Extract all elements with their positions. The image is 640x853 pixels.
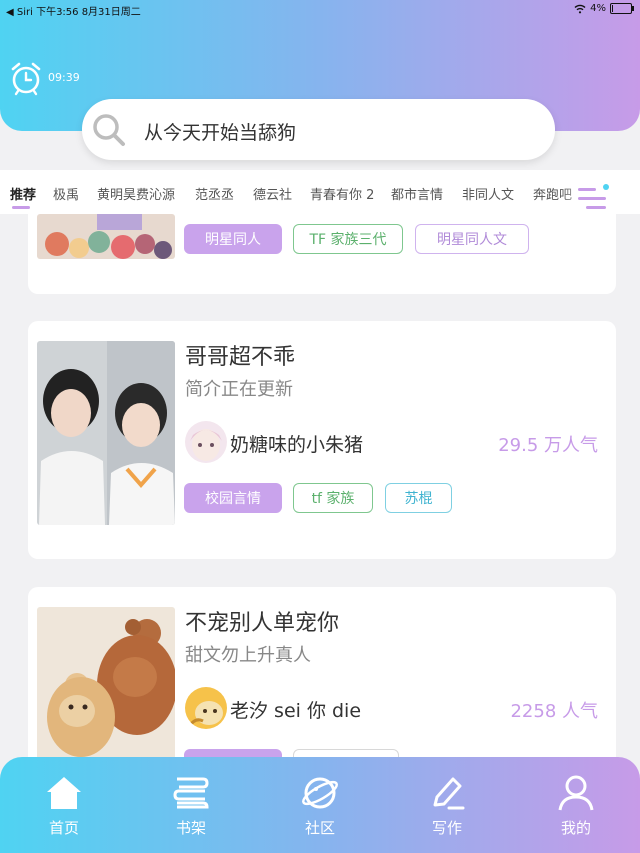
popularity-count: 29.5 万人气 — [498, 435, 598, 456]
tag-chip[interactable]: TF 家族三代 — [293, 224, 403, 254]
tag-chip[interactable]: 校园言情 — [184, 483, 282, 513]
avatar-image — [185, 687, 227, 729]
tab-qingchunyouni[interactable]: 青春有你 2 — [310, 184, 374, 203]
book-intro: 简介正在更新 — [185, 379, 293, 400]
bottom-nav: 首页 书架 社区 写作 我的 — [0, 757, 640, 853]
alarm-clock-icon[interactable] — [8, 60, 44, 96]
status-bar: ◀ Siri 下午3:56 8月31日周二 4% — [0, 0, 640, 18]
book-cover[interactable] — [37, 607, 175, 777]
nav-community[interactable]: 社区 — [270, 757, 370, 853]
nav-label: 首页 — [48, 819, 79, 837]
nav-profile[interactable]: 我的 — [526, 757, 626, 853]
user-icon — [558, 775, 594, 811]
nav-label: 书架 — [175, 819, 206, 837]
nav-bookshelf[interactable]: 书架 — [141, 757, 241, 853]
tab-fanchengcheng[interactable]: 范丞丞 — [195, 184, 234, 203]
status-right: 4% — [574, 3, 634, 14]
tag-chip[interactable]: 苏棍 — [385, 483, 452, 513]
tab-recommend[interactable]: 推荐 — [10, 184, 36, 203]
tab-huangminghao[interactable]: 黄明昊费沁源 — [97, 184, 175, 203]
search-text: 从今天开始当舔狗 — [144, 122, 297, 144]
nav-write[interactable]: 写作 — [397, 757, 497, 853]
book-intro: 甜文勿上升真人 — [185, 645, 311, 666]
battery-icon — [610, 3, 634, 14]
nav-label: 社区 — [304, 819, 335, 837]
bookshelf-icon — [173, 777, 209, 809]
tab-deyunshe[interactable]: 德云社 — [253, 184, 292, 203]
tag-chip[interactable]: 明星同人 — [184, 224, 282, 254]
battery-percent: 4% — [590, 3, 606, 14]
popularity-count: 2258 人气 — [510, 701, 598, 722]
tab-non-fanfic[interactable]: 非同人文 — [462, 184, 514, 203]
search-bar[interactable]: 从今天开始当舔狗 — [82, 99, 555, 160]
book-card[interactable]: 哥哥超不乖 简介正在更新 奶糖味的小朱猪 29.5 万人气 校园言情 tf 家族… — [28, 321, 616, 559]
wifi-icon — [574, 4, 586, 13]
menu-icon[interactable] — [578, 183, 610, 215]
author-avatar[interactable] — [185, 687, 227, 729]
category-tabs: 推荐 极禹 黄明昊费沁源 范丞丞 德云社 青春有你 2 都市言情 非同人文 奔跑… — [0, 170, 640, 214]
book-cover[interactable] — [37, 341, 175, 525]
author-avatar[interactable] — [185, 421, 227, 463]
nav-home[interactable]: 首页 — [14, 757, 114, 853]
status-left-text: ◀ Siri 下午3:56 8月31日周二 — [6, 7, 141, 18]
tag-chip[interactable]: tf 家族 — [293, 483, 373, 513]
pen-icon — [433, 777, 465, 810]
search-icon — [93, 114, 125, 146]
book-cover[interactable] — [37, 214, 175, 259]
home-icon — [47, 777, 81, 809]
author-name[interactable]: 老汐 sei 你 die — [230, 696, 361, 723]
book-card[interactable]: 不宠别人单宠你 甜文勿上升真人 老汐 sei 你 die 2258 人气 — [28, 587, 616, 779]
tag-chip[interactable]: 明星同人文 — [415, 224, 529, 254]
tab-active-indicator — [12, 206, 30, 209]
cover-image — [37, 214, 175, 259]
cover-image — [37, 607, 175, 777]
tab-urban-romance[interactable]: 都市言情 — [391, 184, 443, 203]
nav-label: 写作 — [431, 819, 462, 837]
cover-image — [37, 341, 175, 525]
planet-icon — [302, 777, 338, 809]
avatar-image — [185, 421, 227, 463]
book-title[interactable]: 哥哥超不乖 — [185, 339, 295, 371]
book-title[interactable]: 不宠别人单宠你 — [185, 605, 339, 637]
tab-jiyu[interactable]: 极禹 — [53, 184, 79, 203]
book-card[interactable]: 明星同人 TF 家族三代 明星同人文 — [28, 214, 616, 294]
nav-label: 我的 — [560, 819, 591, 837]
alarm-time: 09:39 — [48, 71, 80, 84]
author-name[interactable]: 奶糖味的小朱猪 — [230, 430, 363, 457]
